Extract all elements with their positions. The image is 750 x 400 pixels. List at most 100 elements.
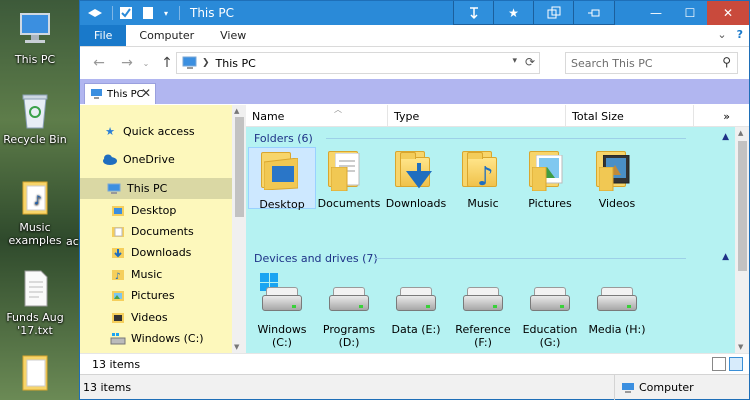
content-scrollbar-thumb[interactable] (738, 141, 747, 271)
folder-tile-music[interactable]: ♪ Music (449, 147, 517, 210)
windows-drive-icon (258, 273, 306, 321)
more-columns-icon[interactable]: » (694, 105, 734, 127)
divider (112, 6, 113, 20)
desktop-icon-music-examples[interactable]: ♪ Music examples (0, 178, 70, 247)
window-controls: — ☐ ✕ (639, 1, 749, 25)
desktop-icon-label: Music examples (8, 221, 62, 247)
this-pc-small-icon[interactable] (86, 4, 104, 22)
scroll-down-icon[interactable]: ▼ (234, 343, 239, 351)
nav-item-downloads[interactable]: Downloads (80, 242, 246, 263)
drive-tile-media-h[interactable]: Media (H:) (583, 273, 651, 336)
nav-item-onedrive[interactable]: OneDrive (80, 149, 246, 170)
folder-tile-downloads[interactable]: Downloads (382, 147, 450, 210)
nav-item-windows-c[interactable]: Windows (C:) (80, 328, 246, 349)
content-scrollbar[interactable]: ▲ ▼ (735, 127, 749, 353)
search-icon: ⚲ (722, 55, 731, 69)
column-total-size[interactable]: Total Size (566, 105, 694, 127)
breadcrumb[interactable]: This PC (216, 57, 256, 70)
folder-tile-videos[interactable]: Videos (583, 147, 651, 210)
minimize-button[interactable]: — (639, 1, 673, 25)
tab-this-pc[interactable]: This PC ✕ (84, 83, 156, 104)
collapse-folders-icon[interactable]: ▲ (722, 132, 729, 142)
search-input[interactable]: Search This PC ⚲ (565, 52, 738, 74)
pictures-folder-icon (110, 289, 126, 303)
up-button[interactable]: ↑ (156, 52, 178, 74)
downloads-folder-icon (392, 147, 440, 195)
recent-locations-button[interactable]: ⌄ (140, 52, 152, 74)
address-bar[interactable]: ❯ This PC ▾ ⟳ (176, 52, 540, 74)
desktop-icon-folder[interactable] (0, 352, 70, 395)
title-bar[interactable]: ▾ This PC ★ — ☐ ✕ (80, 1, 749, 25)
close-tab-icon[interactable]: ✕ (141, 86, 151, 100)
column-name[interactable]: Name (246, 105, 388, 127)
star-icon: ★ (105, 125, 115, 138)
customize-toolbar-icon[interactable]: ▾ (161, 4, 171, 22)
nav-scrollbar[interactable]: ▲ ▼ (232, 105, 246, 353)
new-folder-icon[interactable] (139, 4, 157, 22)
refresh-icon[interactable]: ⟳ (525, 55, 535, 69)
star-icon[interactable]: ★ (494, 1, 534, 24)
group-header-folders[interactable]: Folders (6) (254, 129, 313, 147)
content-pane: ︿ Name Type Total Size » Folders (6) ▲ D… (246, 105, 749, 353)
nav-item-label: Downloads (131, 246, 192, 259)
search-placeholder: Search This PC (571, 56, 653, 70)
desktop-icon-this-pc[interactable]: This PC (0, 10, 70, 66)
nav-item-documents[interactable]: Documents (80, 221, 246, 242)
videos-folder-icon (110, 311, 126, 325)
large-icons-view-icon[interactable] (729, 357, 743, 371)
nav-item-label: Videos (131, 311, 168, 324)
help-icon[interactable]: ? (737, 28, 743, 41)
maximize-button[interactable]: ☐ (673, 1, 707, 25)
scroll-down-icon[interactable]: ▼ (738, 343, 743, 351)
folder-tile-desktop[interactable]: Desktop (248, 147, 316, 211)
scroll-up-icon[interactable]: ▲ (738, 129, 743, 137)
pictures-folder-icon (526, 147, 574, 195)
tab-view[interactable]: View (207, 25, 259, 46)
address-dropdown-icon[interactable]: ▾ (512, 56, 517, 66)
folder-label: Desktop (259, 198, 305, 211)
folder-tile-documents[interactable]: Documents (315, 147, 383, 210)
desktop-icon-funds-file[interactable]: Funds Aug '17.txt (0, 268, 70, 337)
desktop-icon-partial[interactable]: ac (66, 235, 80, 248)
drive-tile-education-g[interactable]: Education (G:) (516, 273, 584, 349)
pin-down-icon[interactable] (454, 1, 494, 24)
details-view-icon[interactable] (712, 357, 726, 371)
tab-strip: This PC ✕ (80, 79, 749, 104)
nav-item-quick-access[interactable]: ★ Quick access (80, 121, 246, 142)
scroll-up-icon[interactable]: ▲ (234, 107, 239, 115)
properties-icon[interactable] (117, 4, 135, 22)
drive-tile-windows-c[interactable]: Windows (C:) (248, 273, 316, 349)
drive-tile-reference-f[interactable]: Reference (F:) (449, 273, 517, 349)
forward-button[interactable]: → (116, 52, 138, 74)
expand-ribbon-icon[interactable]: ⌄ (717, 28, 726, 41)
tab-file[interactable]: File (80, 25, 127, 46)
hard-drive-icon (392, 273, 440, 321)
back-button[interactable]: ← (88, 52, 110, 74)
drive-tile-data-e[interactable]: Data (E:) (382, 273, 450, 336)
desktop-icon-recycle-bin[interactable]: Recycle Bin (0, 90, 70, 146)
this-pc-icon (91, 89, 102, 99)
nav-item-music[interactable]: ♪ Music (80, 264, 246, 285)
nav-scrollbar-thumb[interactable] (235, 117, 244, 217)
column-type[interactable]: Type (388, 105, 566, 127)
group-header-drives[interactable]: Devices and drives (7) (254, 249, 378, 267)
copy-icon[interactable] (534, 1, 574, 24)
breadcrumb-chevron-icon[interactable]: ❯ (202, 58, 210, 68)
close-button[interactable]: ✕ (707, 1, 749, 25)
nav-item-videos[interactable]: Videos (80, 307, 246, 328)
divider (179, 6, 180, 20)
folder-label: Downloads (385, 197, 447, 210)
tab-computer[interactable]: Computer (126, 25, 207, 46)
folder-label: Pictures (528, 197, 572, 210)
nav-item-desktop[interactable]: Desktop (80, 200, 246, 221)
pin-icon[interactable] (574, 1, 614, 24)
view-toggles (712, 357, 743, 371)
collapse-drives-icon[interactable]: ▲ (722, 252, 729, 262)
windows-drive-icon (110, 332, 126, 346)
nav-item-pictures[interactable]: Pictures (80, 285, 246, 306)
nav-item-this-pc[interactable]: This PC (80, 178, 246, 199)
nav-item-label: Documents (131, 225, 194, 238)
nav-item-label: Music (131, 268, 163, 281)
drive-tile-programs-d[interactable]: Programs (D:) (315, 273, 383, 349)
folder-tile-pictures[interactable]: Pictures (516, 147, 584, 210)
